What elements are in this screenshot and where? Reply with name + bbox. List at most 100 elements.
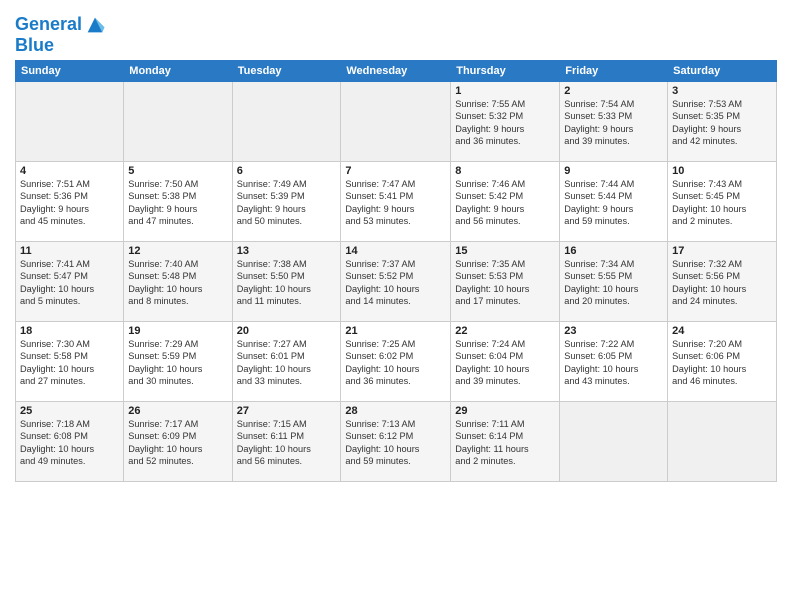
day-info: Sunrise: 7:43 AM Sunset: 5:45 PM Dayligh…	[672, 178, 772, 228]
day-number: 11	[20, 245, 119, 257]
day-number: 21	[345, 325, 446, 337]
day-info: Sunrise: 7:29 AM Sunset: 5:59 PM Dayligh…	[128, 338, 227, 388]
calendar-body: 1Sunrise: 7:55 AM Sunset: 5:32 PM Daylig…	[16, 81, 777, 481]
calendar-week-4: 18Sunrise: 7:30 AM Sunset: 5:58 PM Dayli…	[16, 321, 777, 401]
day-number: 6	[237, 165, 337, 177]
day-number: 27	[237, 405, 337, 417]
day-info: Sunrise: 7:55 AM Sunset: 5:32 PM Dayligh…	[455, 98, 555, 148]
day-info: Sunrise: 7:47 AM Sunset: 5:41 PM Dayligh…	[345, 178, 446, 228]
calendar-cell	[124, 81, 232, 161]
day-number: 2	[564, 85, 663, 97]
calendar-cell: 23Sunrise: 7:22 AM Sunset: 6:05 PM Dayli…	[560, 321, 668, 401]
day-info: Sunrise: 7:18 AM Sunset: 6:08 PM Dayligh…	[20, 418, 119, 468]
calendar-cell: 14Sunrise: 7:37 AM Sunset: 5:52 PM Dayli…	[341, 241, 451, 321]
day-info: Sunrise: 7:41 AM Sunset: 5:47 PM Dayligh…	[20, 258, 119, 308]
calendar-cell: 10Sunrise: 7:43 AM Sunset: 5:45 PM Dayli…	[668, 161, 777, 241]
calendar-cell: 19Sunrise: 7:29 AM Sunset: 5:59 PM Dayli…	[124, 321, 232, 401]
calendar-cell: 9Sunrise: 7:44 AM Sunset: 5:44 PM Daylig…	[560, 161, 668, 241]
calendar-cell: 2Sunrise: 7:54 AM Sunset: 5:33 PM Daylig…	[560, 81, 668, 161]
calendar-cell: 29Sunrise: 7:11 AM Sunset: 6:14 PM Dayli…	[451, 401, 560, 481]
weekday-header-tuesday: Tuesday	[232, 60, 341, 81]
calendar-cell	[16, 81, 124, 161]
calendar-cell: 12Sunrise: 7:40 AM Sunset: 5:48 PM Dayli…	[124, 241, 232, 321]
day-info: Sunrise: 7:51 AM Sunset: 5:36 PM Dayligh…	[20, 178, 119, 228]
calendar-cell: 22Sunrise: 7:24 AM Sunset: 6:04 PM Dayli…	[451, 321, 560, 401]
calendar-cell: 17Sunrise: 7:32 AM Sunset: 5:56 PM Dayli…	[668, 241, 777, 321]
day-info: Sunrise: 7:35 AM Sunset: 5:53 PM Dayligh…	[455, 258, 555, 308]
calendar-cell	[341, 81, 451, 161]
day-number: 29	[455, 405, 555, 417]
weekday-header-friday: Friday	[560, 60, 668, 81]
calendar-cell: 3Sunrise: 7:53 AM Sunset: 5:35 PM Daylig…	[668, 81, 777, 161]
calendar-cell: 25Sunrise: 7:18 AM Sunset: 6:08 PM Dayli…	[16, 401, 124, 481]
calendar-week-5: 25Sunrise: 7:18 AM Sunset: 6:08 PM Dayli…	[16, 401, 777, 481]
weekday-header-saturday: Saturday	[668, 60, 777, 81]
logo: General Blue	[15, 14, 106, 56]
day-info: Sunrise: 7:34 AM Sunset: 5:55 PM Dayligh…	[564, 258, 663, 308]
day-info: Sunrise: 7:38 AM Sunset: 5:50 PM Dayligh…	[237, 258, 337, 308]
day-info: Sunrise: 7:37 AM Sunset: 5:52 PM Dayligh…	[345, 258, 446, 308]
day-info: Sunrise: 7:15 AM Sunset: 6:11 PM Dayligh…	[237, 418, 337, 468]
calendar-table: SundayMondayTuesdayWednesdayThursdayFrid…	[15, 60, 777, 482]
calendar-week-2: 4Sunrise: 7:51 AM Sunset: 5:36 PM Daylig…	[16, 161, 777, 241]
day-number: 7	[345, 165, 446, 177]
day-number: 13	[237, 245, 337, 257]
day-number: 9	[564, 165, 663, 177]
day-info: Sunrise: 7:50 AM Sunset: 5:38 PM Dayligh…	[128, 178, 227, 228]
day-info: Sunrise: 7:30 AM Sunset: 5:58 PM Dayligh…	[20, 338, 119, 388]
day-number: 23	[564, 325, 663, 337]
calendar-cell: 18Sunrise: 7:30 AM Sunset: 5:58 PM Dayli…	[16, 321, 124, 401]
weekday-header-thursday: Thursday	[451, 60, 560, 81]
day-number: 25	[20, 405, 119, 417]
calendar-cell	[560, 401, 668, 481]
calendar-cell: 28Sunrise: 7:13 AM Sunset: 6:12 PM Dayli…	[341, 401, 451, 481]
day-number: 4	[20, 165, 119, 177]
day-number: 19	[128, 325, 227, 337]
calendar-cell: 16Sunrise: 7:34 AM Sunset: 5:55 PM Dayli…	[560, 241, 668, 321]
weekday-header-monday: Monday	[124, 60, 232, 81]
day-number: 18	[20, 325, 119, 337]
weekday-header-sunday: Sunday	[16, 60, 124, 81]
day-info: Sunrise: 7:46 AM Sunset: 5:42 PM Dayligh…	[455, 178, 555, 228]
page-container: General Blue SundayMondayTuesdayWednesda…	[0, 0, 792, 487]
calendar-cell: 13Sunrise: 7:38 AM Sunset: 5:50 PM Dayli…	[232, 241, 341, 321]
day-info: Sunrise: 7:13 AM Sunset: 6:12 PM Dayligh…	[345, 418, 446, 468]
day-number: 8	[455, 165, 555, 177]
day-number: 26	[128, 405, 227, 417]
calendar-cell: 21Sunrise: 7:25 AM Sunset: 6:02 PM Dayli…	[341, 321, 451, 401]
calendar-header: SundayMondayTuesdayWednesdayThursdayFrid…	[16, 60, 777, 81]
logo-icon	[84, 14, 106, 36]
day-info: Sunrise: 7:24 AM Sunset: 6:04 PM Dayligh…	[455, 338, 555, 388]
calendar-cell: 1Sunrise: 7:55 AM Sunset: 5:32 PM Daylig…	[451, 81, 560, 161]
calendar-cell: 7Sunrise: 7:47 AM Sunset: 5:41 PM Daylig…	[341, 161, 451, 241]
calendar-cell: 27Sunrise: 7:15 AM Sunset: 6:11 PM Dayli…	[232, 401, 341, 481]
calendar-cell	[232, 81, 341, 161]
weekday-header-row: SundayMondayTuesdayWednesdayThursdayFrid…	[16, 60, 777, 81]
calendar-cell: 20Sunrise: 7:27 AM Sunset: 6:01 PM Dayli…	[232, 321, 341, 401]
day-info: Sunrise: 7:27 AM Sunset: 6:01 PM Dayligh…	[237, 338, 337, 388]
day-number: 5	[128, 165, 227, 177]
day-info: Sunrise: 7:17 AM Sunset: 6:09 PM Dayligh…	[128, 418, 227, 468]
calendar-week-1: 1Sunrise: 7:55 AM Sunset: 5:32 PM Daylig…	[16, 81, 777, 161]
day-number: 12	[128, 245, 227, 257]
calendar-cell: 26Sunrise: 7:17 AM Sunset: 6:09 PM Dayli…	[124, 401, 232, 481]
calendar-cell: 6Sunrise: 7:49 AM Sunset: 5:39 PM Daylig…	[232, 161, 341, 241]
day-info: Sunrise: 7:49 AM Sunset: 5:39 PM Dayligh…	[237, 178, 337, 228]
calendar-cell: 8Sunrise: 7:46 AM Sunset: 5:42 PM Daylig…	[451, 161, 560, 241]
day-info: Sunrise: 7:44 AM Sunset: 5:44 PM Dayligh…	[564, 178, 663, 228]
calendar-cell: 24Sunrise: 7:20 AM Sunset: 6:06 PM Dayli…	[668, 321, 777, 401]
calendar-cell: 15Sunrise: 7:35 AM Sunset: 5:53 PM Dayli…	[451, 241, 560, 321]
day-number: 22	[455, 325, 555, 337]
day-info: Sunrise: 7:32 AM Sunset: 5:56 PM Dayligh…	[672, 258, 772, 308]
day-number: 10	[672, 165, 772, 177]
weekday-header-wednesday: Wednesday	[341, 60, 451, 81]
header: General Blue	[15, 10, 777, 56]
calendar-cell: 11Sunrise: 7:41 AM Sunset: 5:47 PM Dayli…	[16, 241, 124, 321]
calendar-cell: 4Sunrise: 7:51 AM Sunset: 5:36 PM Daylig…	[16, 161, 124, 241]
day-number: 24	[672, 325, 772, 337]
day-info: Sunrise: 7:11 AM Sunset: 6:14 PM Dayligh…	[455, 418, 555, 468]
calendar-week-3: 11Sunrise: 7:41 AM Sunset: 5:47 PM Dayli…	[16, 241, 777, 321]
day-number: 14	[345, 245, 446, 257]
day-number: 1	[455, 85, 555, 97]
day-info: Sunrise: 7:54 AM Sunset: 5:33 PM Dayligh…	[564, 98, 663, 148]
